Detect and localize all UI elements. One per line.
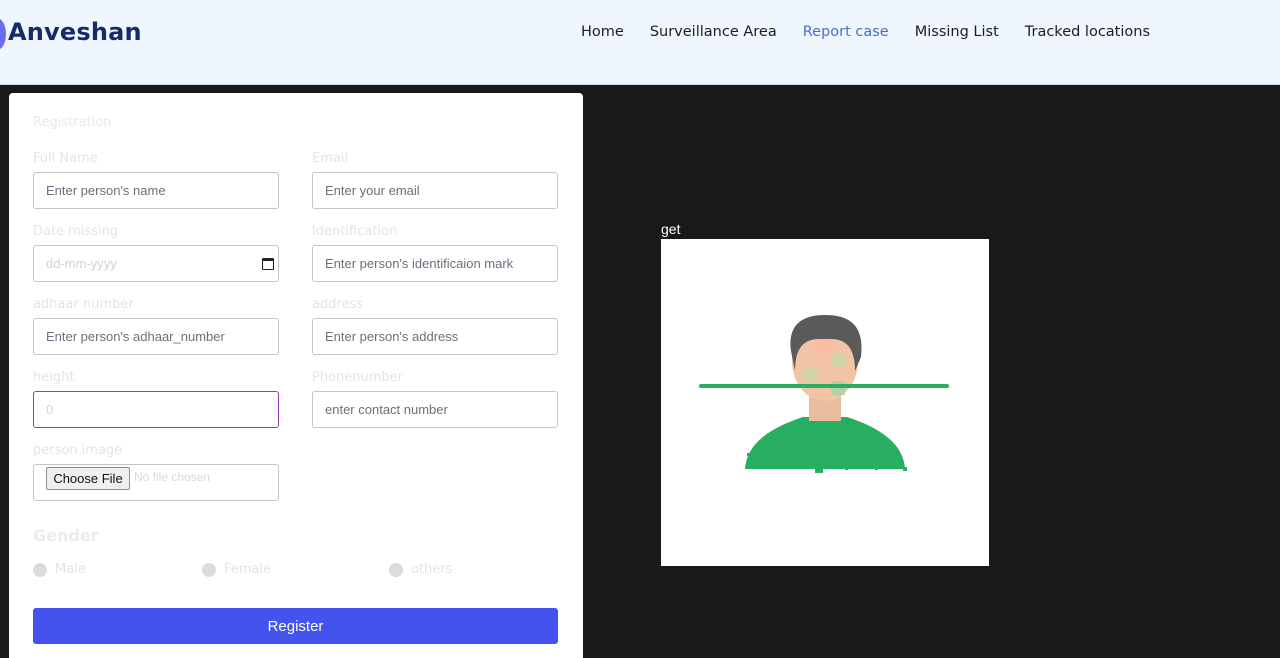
- registration-form: Registration Full Name Enter person's na…: [9, 93, 583, 658]
- radio-circle[interactable]: [33, 562, 47, 577]
- main-nav: Home Surveillance Area Report case Missi…: [581, 24, 1176, 40]
- calendar-icon[interactable]: [262, 258, 274, 270]
- adhaar-label: adhaar number: [33, 297, 134, 312]
- full-name-input[interactable]: Enter person's name: [33, 172, 279, 209]
- gender-female-label: Female: [224, 562, 272, 577]
- radio-circle[interactable]: [389, 562, 403, 577]
- person-image-input: Choose File No file chosen: [33, 464, 279, 501]
- nav-surveillance-area[interactable]: Surveillance Area: [650, 24, 777, 40]
- person-image-label: person image: [33, 443, 123, 458]
- form-title: Registration: [33, 115, 112, 130]
- top-navbar: Anveshan Home Surveillance Area Report c…: [0, 0, 1280, 85]
- preview-caption: get: [661, 221, 681, 237]
- phone-label: Phonenumber: [312, 370, 404, 385]
- identification-input[interactable]: Enter person's identificaion mark: [312, 245, 558, 282]
- phone-input[interactable]: enter contact number: [312, 391, 558, 428]
- height-input[interactable]: 0: [33, 391, 279, 428]
- gender-others-label: others: [411, 562, 453, 577]
- address-input[interactable]: Enter person's address: [312, 318, 558, 355]
- nav-report-case[interactable]: Report case: [803, 24, 889, 40]
- gender-title: Gender: [33, 526, 99, 545]
- adhaar-input[interactable]: Enter person's adhaar_number: [33, 318, 279, 355]
- height-label: height: [33, 370, 75, 385]
- address-label: address: [312, 297, 364, 312]
- email-label: Email: [312, 151, 349, 166]
- face-scan-icon: [699, 315, 949, 473]
- register-button[interactable]: Register: [33, 608, 558, 644]
- choose-file-button[interactable]: Choose File: [46, 467, 130, 490]
- date-missing-input[interactable]: dd-mm-yyyy: [33, 245, 279, 282]
- date-missing-label: Date missing: [33, 224, 119, 239]
- nav-home[interactable]: Home: [581, 24, 624, 40]
- full-name-label: Full Name: [33, 151, 98, 166]
- gender-others-radio[interactable]: others: [389, 562, 452, 577]
- email-input[interactable]: Enter your email: [312, 172, 558, 209]
- file-status: No file chosen: [134, 470, 211, 484]
- nav-tracked-locations[interactable]: Tracked locations: [1025, 24, 1150, 40]
- date-placeholder: dd-mm-yyyy: [46, 256, 117, 271]
- logo-icon: [0, 18, 6, 50]
- gender-female-radio[interactable]: Female: [202, 562, 271, 577]
- identification-label: Identification: [312, 224, 398, 239]
- preview-image: [661, 239, 989, 566]
- gender-male-label: Male: [55, 562, 86, 577]
- brand-name[interactable]: Anveshan: [8, 18, 142, 46]
- nav-missing-list[interactable]: Missing List: [915, 24, 999, 40]
- radio-circle[interactable]: [202, 562, 216, 577]
- gender-male-radio[interactable]: Male: [33, 562, 86, 577]
